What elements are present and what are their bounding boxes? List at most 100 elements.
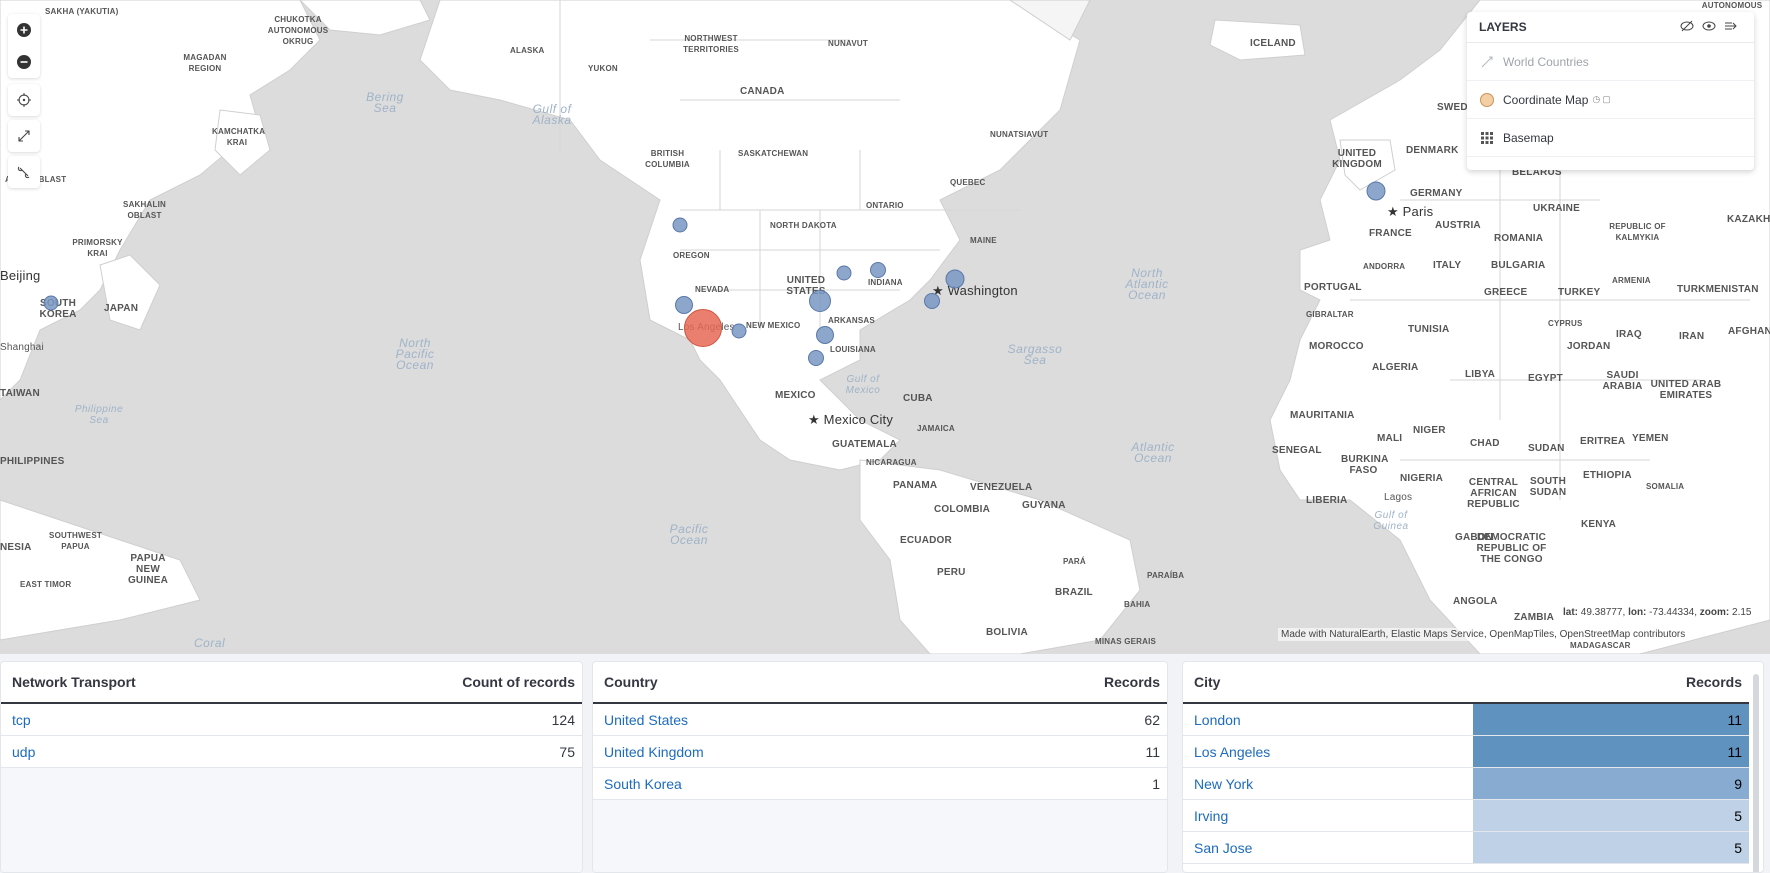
- table-cell: 5: [1473, 799, 1749, 832]
- map-marker[interactable]: [870, 262, 886, 278]
- map-label: ARKANSAS: [828, 316, 875, 325]
- map-label: PARAÍBA: [1147, 571, 1185, 580]
- map-label: KENYA: [1581, 519, 1617, 530]
- map-label: ECUADOR: [900, 535, 952, 546]
- map-label: NESIA: [0, 542, 32, 553]
- ocean-label: Coral: [194, 636, 226, 650]
- layer-item-coordinate-map[interactable]: Coordinate Map ◷ ▢: [1467, 81, 1754, 119]
- column-header[interactable]: Records: [1473, 662, 1749, 704]
- map-label: VENEZUELA: [970, 482, 1033, 493]
- map-toolbar: [8, 14, 40, 192]
- map-marker[interactable]: [1366, 181, 1386, 201]
- table-cell-link[interactable]: New York: [1183, 767, 1473, 800]
- layer-item-world-countries[interactable]: World Countries: [1467, 43, 1754, 81]
- column-header[interactable]: Country: [593, 662, 953, 704]
- transport-table-panel: Network Transport Count of records tcp 1…: [0, 661, 583, 873]
- map-label: NIGER: [1413, 425, 1446, 436]
- map-label: BAHIA: [1124, 600, 1151, 609]
- eye-icon[interactable]: [1698, 20, 1720, 35]
- column-header[interactable]: City: [1183, 662, 1473, 704]
- map-marker[interactable]: [816, 326, 834, 344]
- map-label: BRAZIL: [1055, 587, 1093, 598]
- map-label: ZAMBIA: [1514, 612, 1555, 623]
- table-cell: 62: [952, 703, 1167, 736]
- table-cell-link[interactable]: United States: [593, 703, 953, 736]
- map-marker[interactable]: [945, 269, 965, 289]
- table-cell: 75: [307, 735, 582, 768]
- layers-title: LAYERS: [1479, 20, 1527, 34]
- attribution[interactable]: Made with NaturalEarth, Elastic Maps Ser…: [1278, 628, 1689, 641]
- city-label: Lagos: [1384, 492, 1413, 503]
- crosshair-icon[interactable]: [8, 84, 40, 116]
- map-label: INDIANA: [868, 278, 903, 287]
- extent-icon: ▢: [1602, 94, 1611, 104]
- table-cell-link[interactable]: San Jose: [1183, 831, 1473, 864]
- map-marker[interactable]: [924, 293, 940, 309]
- map-label: JORDAN: [1567, 341, 1611, 352]
- table-cell-link[interactable]: London: [1183, 703, 1473, 736]
- column-header[interactable]: Records: [952, 662, 1167, 704]
- map-label: GUATEMALA: [832, 439, 897, 450]
- map-label: CANADA: [740, 86, 785, 97]
- map-label: UKRAINE: [1533, 203, 1580, 214]
- zoom-in-icon[interactable]: [8, 14, 40, 46]
- layer-label: World Countries: [1503, 54, 1589, 69]
- time-filter-icon: ◷: [1592, 94, 1601, 104]
- map-label: NUNATSIAVUT: [990, 130, 1049, 139]
- table-cell: 1: [952, 767, 1167, 800]
- map-marker[interactable]: [731, 323, 747, 339]
- map-marker[interactable]: [675, 296, 693, 314]
- map-label: EGYPT: [1528, 373, 1563, 384]
- ocean-label: Gulf of Alaska: [532, 102, 572, 127]
- table-cell-link[interactable]: tcp: [1, 703, 308, 736]
- map-label: KAZAKH: [1727, 214, 1770, 225]
- table-cell-link[interactable]: udp: [1, 735, 308, 768]
- map-label: PORTUGAL: [1304, 282, 1362, 293]
- map-marker[interactable]: [808, 350, 824, 366]
- map-marker[interactable]: [43, 295, 59, 311]
- wrench-icon[interactable]: [8, 156, 40, 188]
- map-label: PRIMORSKY KRAI: [72, 238, 123, 258]
- ocean-label: Sargasso Sea: [1007, 342, 1063, 367]
- map-label: NIGERIA: [1400, 473, 1444, 484]
- map-label: MAINE: [970, 236, 997, 245]
- city-label: Beijing: [0, 268, 41, 283]
- ocean-label: North Atlantic Ocean: [1125, 266, 1169, 302]
- map-label: PHILIPPINES: [0, 456, 65, 467]
- map-marker-highlight[interactable]: [684, 309, 722, 347]
- ocean-label: Pacific Ocean: [669, 522, 709, 547]
- coordinate-readout: lat: 49.38777, lon: -73.44334, zoom: 2.1…: [1563, 607, 1752, 618]
- table-cell-link[interactable]: Los Angeles: [1183, 735, 1473, 768]
- table-row: South Korea 1: [593, 767, 1167, 800]
- expand-icon[interactable]: [8, 120, 40, 152]
- collapse-icon[interactable]: [1720, 20, 1742, 35]
- scrollbar[interactable]: [1753, 674, 1759, 872]
- map-label: LIBYA: [1465, 369, 1496, 380]
- hide-all-icon[interactable]: [1676, 20, 1698, 35]
- column-header[interactable]: Network Transport: [1, 662, 308, 704]
- map-label: NUNAVUT: [828, 39, 868, 48]
- table-cell: 5: [1473, 831, 1749, 864]
- map-marker[interactable]: [836, 265, 852, 281]
- map-view[interactable]: SAKHA (YAKUTIA) CHUKOTKA AUTONOMOUS OKRU…: [0, 0, 1770, 654]
- map-label: SOUTH SUDAN: [1529, 476, 1567, 498]
- map-label: MAURITANIA: [1290, 410, 1355, 421]
- table-row: San Jose 5: [1183, 831, 1749, 864]
- map-label: NEW MEXICO: [746, 321, 801, 330]
- map-label: CENTRAL AFRICAN REPUBLIC: [1467, 477, 1520, 510]
- layer-item-basemap[interactable]: Basemap: [1467, 119, 1754, 157]
- table-row: Irving 5: [1183, 799, 1749, 832]
- table-cell-link[interactable]: United Kingdom: [593, 735, 953, 768]
- map-label: FRANCE: [1369, 228, 1412, 239]
- map-marker[interactable]: [809, 290, 831, 312]
- column-header[interactable]: Count of records: [307, 662, 582, 704]
- layers-panel: LAYERS World Countries Coordinate Map ◷ …: [1467, 12, 1754, 170]
- table-row: udp 75: [1, 735, 582, 768]
- map-marker[interactable]: [672, 217, 688, 233]
- map-label: YUKON: [588, 64, 618, 73]
- zoom-out-icon[interactable]: [8, 46, 40, 78]
- table-cell-link[interactable]: Irving: [1183, 799, 1473, 832]
- table-cell: 124: [307, 703, 582, 736]
- table-cell-link[interactable]: South Korea: [593, 767, 953, 800]
- city-label: ★ Washington: [932, 283, 1018, 298]
